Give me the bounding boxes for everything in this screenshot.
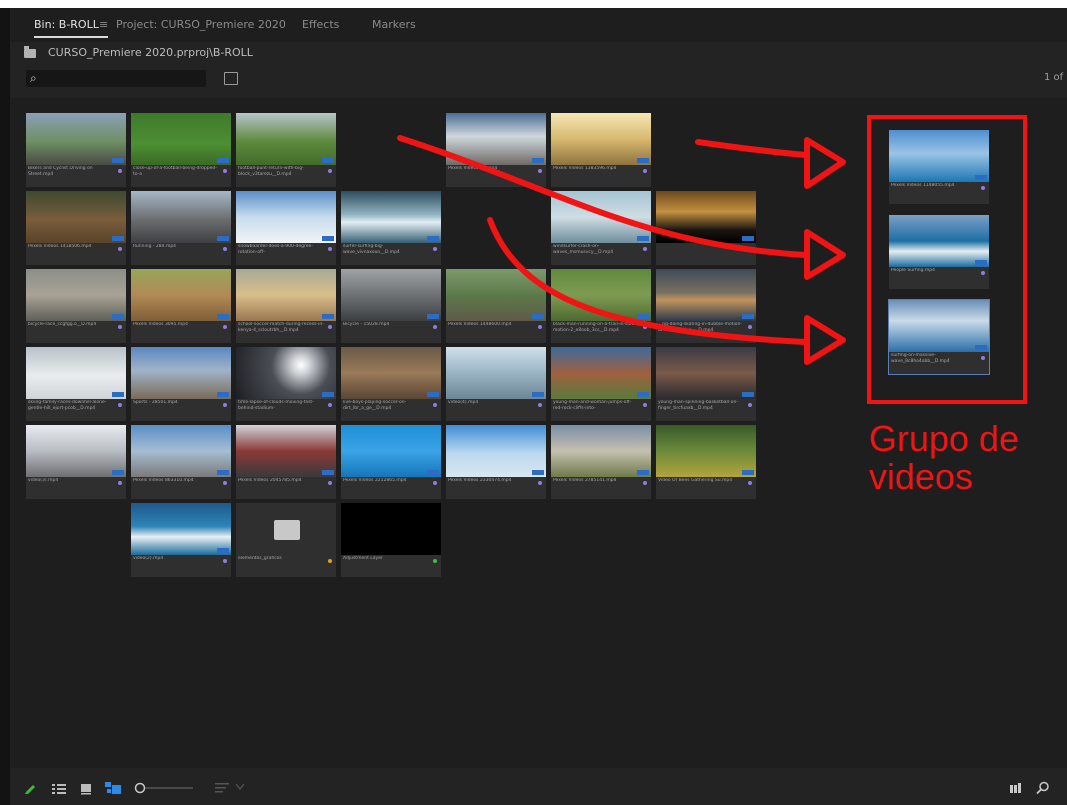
arrow-curve-2 <box>397 135 808 258</box>
arrowhead-2 <box>804 229 846 280</box>
arrowhead-3 <box>804 315 846 365</box>
arrow-curve-3 <box>487 217 808 345</box>
annotation-arrows <box>397 135 846 365</box>
arrow-curve-1 <box>695 139 809 158</box>
arrowhead-1 <box>804 137 846 189</box>
